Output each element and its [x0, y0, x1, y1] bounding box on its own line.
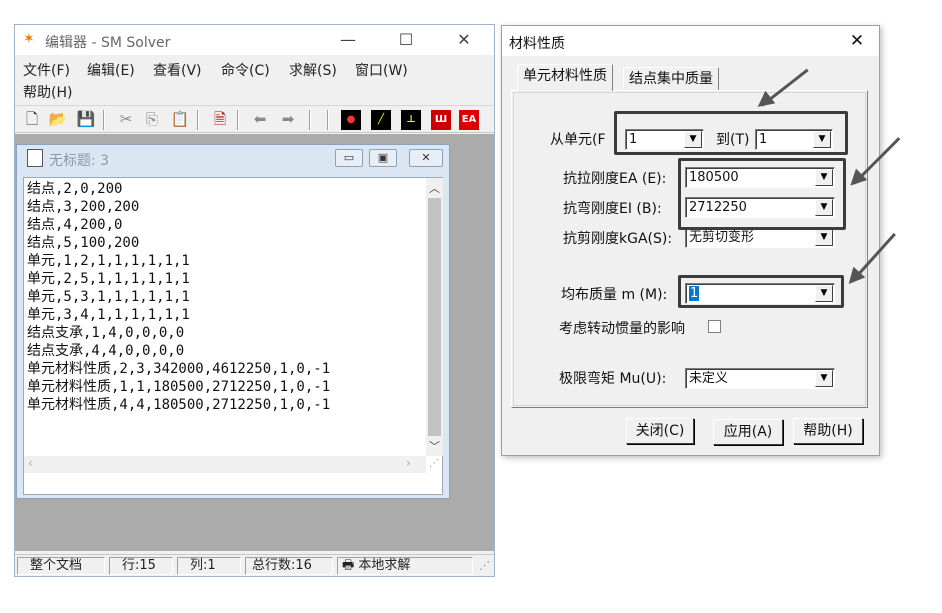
resize-grip-icon[interactable]: ⋰: [479, 559, 490, 572]
scroll-down-icon[interactable]: ﹀: [429, 438, 440, 454]
paste-icon[interactable]: 📋: [169, 109, 191, 130]
dialog-title: 材料性质: [509, 36, 565, 52]
close-dialog-button[interactable]: 关闭(C): [626, 418, 694, 444]
material-dialog: 材料性质 ✕ 单元材料性质 结点集中质量 从单元(F 1 ▼ 到(T) 1 ▼ …: [501, 25, 880, 456]
toolbar-separator: [103, 110, 105, 130]
text-line: 结点支承,4,4,0,0,0,0: [27, 343, 185, 359]
editor-title-bar[interactable]: ✶ 编辑器 - SM Solver — ☐ ✕: [15, 25, 494, 55]
editor-title: 编辑器 - SM Solver: [45, 35, 171, 51]
toolbar-separator: [197, 110, 199, 130]
toolbar-separator: [309, 110, 311, 130]
status-column: 列:1: [177, 557, 241, 575]
text-line: 结点支承,1,4,0,0,0,0: [27, 325, 185, 341]
mu-label: 极限弯矩 Mu(U):: [559, 371, 667, 387]
highlight-stiffness: [678, 158, 846, 230]
cut-icon[interactable]: ✂: [115, 109, 137, 130]
material-tool-icon[interactable]: EA: [459, 110, 479, 130]
menu-window[interactable]: 窗口(W): [355, 60, 408, 80]
mass-label: 均布质量 m (M):: [561, 287, 668, 303]
text-line: 单元材料性质,4,4,180500,2712250,1,0,-1: [27, 397, 331, 413]
scroll-up-icon[interactable]: ︿: [429, 180, 440, 196]
kga-label: 抗剪刚度kGA(S):: [563, 231, 673, 247]
menu-solve[interactable]: 求解(S): [289, 60, 337, 80]
document-window: 无标题: 3 ▭ ▣ ✕ 结点,2,0,200 结点,3,200,200 结点,…: [16, 144, 450, 499]
text-line: 单元,3,4,1,1,1,1,1,1: [27, 307, 190, 323]
copy-icon[interactable]: ⎘: [141, 109, 163, 130]
minimize-button[interactable]: —: [325, 25, 371, 55]
status-scope: 整个文档: [17, 557, 105, 575]
load-tool-icon[interactable]: Ш: [431, 110, 451, 130]
ea-label: 抗拉刚度EA (E):: [563, 171, 667, 187]
text-line: 结点,5,100,200: [27, 235, 140, 251]
text-line: 结点,3,200,200: [27, 199, 140, 215]
status-solver-mode: 🖶 本地求解: [337, 557, 473, 575]
kga-combo[interactable]: 无剪切变形 ▼: [685, 227, 835, 248]
horizontal-scrollbar[interactable]: ‹ ›: [24, 456, 426, 473]
rotational-inertia-label: 考虑转动惯量的影响: [559, 321, 685, 337]
apply-button[interactable]: 应用(A): [713, 419, 783, 445]
mu-combo[interactable]: 未定义 ▼: [685, 368, 835, 389]
toolbar-separator: [237, 110, 239, 130]
open-folder-icon[interactable]: 📂: [47, 109, 69, 130]
mdi-area: 无标题: 3 ▭ ▣ ✕ 结点,2,0,200 结点,3,200,200 结点,…: [15, 134, 494, 551]
help-button[interactable]: 帮助(H): [793, 418, 863, 444]
scroll-right-icon[interactable]: ›: [406, 456, 411, 470]
tab-element-material[interactable]: 单元材料性质: [517, 64, 613, 91]
new-file-icon[interactable]: 🗋: [21, 109, 43, 130]
menu-command[interactable]: 命令(C): [221, 60, 270, 80]
tab-node-mass[interactable]: 结点集中质量: [623, 67, 719, 91]
menu-file[interactable]: 文件(F): [23, 60, 70, 80]
dialog-title-bar[interactable]: 材料性质 ✕: [502, 26, 879, 56]
mu-dropdown-arrow-icon[interactable]: ▼: [815, 370, 833, 387]
child-minimize-button[interactable]: ▭: [335, 149, 363, 167]
close-button[interactable]: ✕: [441, 25, 487, 55]
size-grip-icon[interactable]: ⋰: [429, 458, 439, 469]
text-line: 单元材料性质,1,1,180500,2712250,1,0,-1: [27, 379, 331, 395]
vertical-scrollbar[interactable]: ︿ ﹀: [426, 178, 443, 456]
node-tool-icon[interactable]: ●: [341, 110, 361, 130]
child-close-button[interactable]: ✕: [409, 149, 443, 167]
menu-help[interactable]: 帮助(H): [23, 82, 72, 102]
check-doc-icon[interactable]: 🗎: [209, 109, 231, 130]
from-element-label: 从单元(F: [550, 132, 606, 148]
back-arrow-icon[interactable]: ⬅: [249, 109, 271, 130]
maximize-button[interactable]: ☐: [383, 25, 429, 55]
document-icon: [27, 149, 43, 167]
text-line: 结点,2,0,200: [27, 181, 123, 197]
status-total-lines: 总行数:16: [245, 557, 333, 575]
highlight-mass: [678, 275, 844, 308]
text-line: 单元,1,2,1,1,1,1,1,1: [27, 253, 190, 269]
save-icon[interactable]: 💾: [75, 109, 97, 130]
editor-window: ✶ 编辑器 - SM Solver — ☐ ✕ 文件(F) 编辑(E) 查看(V…: [14, 24, 495, 577]
mu-value: 未定义: [689, 371, 729, 386]
text-line: 单元,2,5,1,1,1,1,1,1: [27, 271, 190, 287]
app-icon: ✶: [23, 31, 35, 47]
support-tool-icon[interactable]: ⊥: [401, 110, 421, 130]
menu-view[interactable]: 查看(V): [153, 60, 202, 80]
text-editor[interactable]: 结点,2,0,200 结点,3,200,200 结点,4,200,0 结点,5,…: [23, 177, 443, 495]
scroll-thumb[interactable]: [428, 198, 441, 436]
toolbar: 🗋 📂 💾 ✂ ⎘ 📋 🗎 ⬅ ➡ ● ╱ ⊥ Ш EA: [15, 105, 494, 133]
menu-edit[interactable]: 编辑(E): [87, 60, 135, 80]
status-bar: 整个文档 行:15 列:1 总行数:16 🖶 本地求解 ⋰: [15, 554, 494, 576]
element-tool-icon[interactable]: ╱: [371, 110, 391, 130]
kga-value: 无剪切变形: [689, 230, 755, 245]
printer-icon: 🖶: [342, 558, 359, 573]
forward-arrow-icon[interactable]: ➡: [277, 109, 299, 130]
text-line: 结点,4,200,0: [27, 217, 123, 233]
text-line: 单元材料性质,2,3,342000,4612250,1,0,-1: [27, 361, 331, 377]
kga-dropdown-arrow-icon[interactable]: ▼: [815, 229, 833, 246]
document-title: 无标题: 3: [49, 153, 110, 169]
status-solver-text: 本地求解: [358, 558, 411, 573]
menu-bar: 文件(F) 编辑(E) 查看(V) 命令(C) 求解(S) 窗口(W) 帮助(H…: [15, 56, 494, 102]
ei-label: 抗弯刚度EI (B):: [563, 201, 662, 217]
toolbar-separator: [327, 110, 329, 130]
text-line: 单元,5,3,1,1,1,1,1,1: [27, 289, 190, 305]
rotational-inertia-checkbox[interactable]: [708, 320, 721, 333]
dialog-close-button[interactable]: ✕: [842, 30, 872, 52]
status-line: 行:15: [109, 557, 173, 575]
highlight-element-range: [614, 111, 848, 155]
child-restore-button[interactable]: ▣: [369, 149, 397, 167]
scroll-left-icon[interactable]: ‹: [28, 456, 33, 470]
